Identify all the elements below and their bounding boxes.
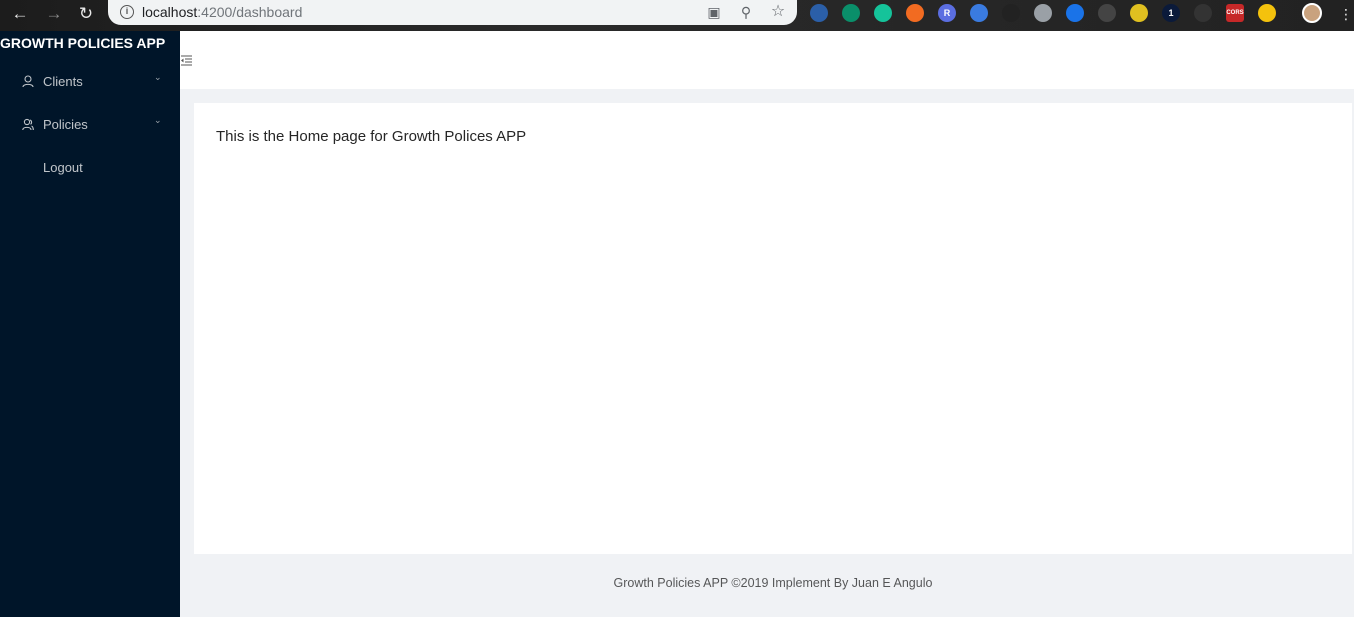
ext-2-icon[interactable] (842, 4, 860, 22)
ext-12-icon[interactable]: 1 (1162, 4, 1180, 22)
ext-1-icon[interactable] (810, 4, 828, 22)
sidebar-item-logout[interactable]: Logout (0, 148, 180, 188)
footer-text: Growth Policies APP ©2019 Implement By J… (613, 576, 933, 590)
ext-10-icon[interactable] (1098, 4, 1116, 22)
url-text[interactable]: localhost:4200/dashboard (142, 4, 302, 20)
browser-toolbar: ← → ↻ i localhost:4200/dashboard ▣ ⚲ ☆ R… (0, 0, 1354, 31)
url-host: localhost (142, 4, 198, 20)
grammarly-icon[interactable] (874, 4, 892, 22)
user-icon (22, 75, 34, 88)
translate-icon[interactable]: ▣ (705, 3, 723, 21)
sidebar-item-label: Logout (43, 160, 83, 175)
ext-11-icon[interactable] (1130, 4, 1148, 22)
zoom-icon[interactable]: ⚲ (737, 3, 755, 21)
chevron-down-icon: ⌄ (154, 72, 162, 82)
forward-arrow-icon[interactable]: → (42, 3, 66, 25)
bookmark-star-icon[interactable]: ☆ (769, 3, 787, 21)
chevron-down-icon: ⌄ (154, 115, 162, 125)
menu-fold-icon[interactable] (180, 55, 193, 66)
profile-avatar-icon[interactable] (1302, 3, 1322, 23)
ext-15-icon[interactable] (1258, 4, 1276, 22)
team-icon (22, 118, 34, 131)
ext-5-icon[interactable]: R (938, 4, 956, 22)
sidebar-item-clients[interactable]: Clients ⌄ (0, 62, 180, 102)
app-header (180, 31, 1354, 89)
site-info-icon[interactable]: i (120, 5, 134, 19)
app-title: GROWTH POLICIES APP (0, 35, 166, 51)
address-bar[interactable]: i localhost:4200/dashboard ▣ ⚲ ☆ (108, 0, 797, 25)
sidebar: GROWTH POLICIES APP Clients ⌄ Policies ⌄… (0, 31, 180, 617)
content-card: This is the Home page for Growth Polices… (194, 103, 1352, 554)
home-page-text: This is the Home page for Growth Polices… (216, 128, 527, 145)
reload-icon[interactable]: ↻ (74, 3, 98, 25)
ext-13-icon[interactable] (1194, 4, 1212, 22)
back-arrow-icon[interactable]: ← (8, 3, 32, 25)
ext-4-icon[interactable] (906, 4, 924, 22)
url-path: :4200/dashboard (197, 4, 303, 20)
ext-9-icon[interactable] (1066, 4, 1084, 22)
ext-6-icon[interactable] (970, 4, 988, 22)
ext-8-icon[interactable] (1034, 4, 1052, 22)
sidebar-item-policies[interactable]: Policies ⌄ (0, 105, 180, 145)
sidebar-item-label: Policies (43, 117, 88, 132)
react-devtools-icon[interactable] (1002, 4, 1020, 22)
cors-icon[interactable]: CORS (1226, 4, 1244, 22)
menu-kebab-icon[interactable]: ⋮ (1334, 3, 1354, 25)
sidebar-item-label: Clients (43, 74, 83, 89)
